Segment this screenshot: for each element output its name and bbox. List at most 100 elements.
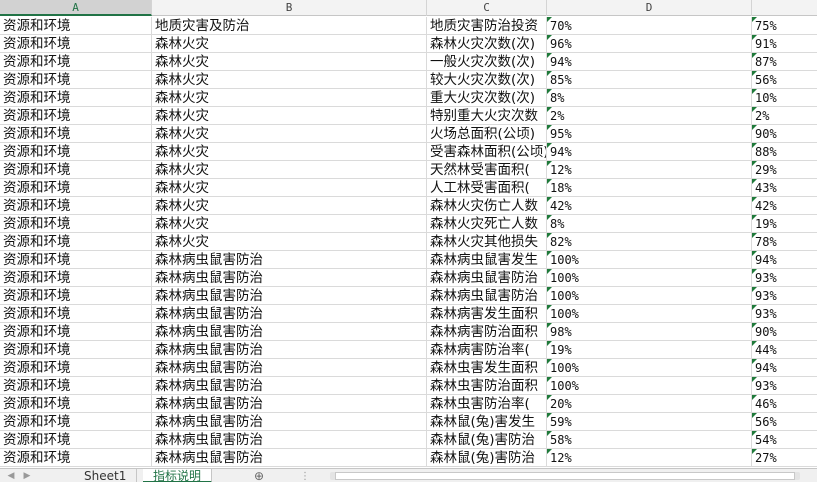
cell-a[interactable]: 资源和环境 <box>0 35 152 53</box>
cell-b[interactable]: 森林火灾 <box>152 215 427 233</box>
column-header-b[interactable]: B <box>152 0 427 16</box>
cell-e[interactable]: 91% <box>752 35 817 53</box>
cell-a[interactable]: 资源和环境 <box>0 431 152 449</box>
splitter-dots-icon[interactable]: ⋮ <box>300 471 310 482</box>
cell-a[interactable]: 资源和环境 <box>0 143 152 161</box>
cell-d[interactable]: 8% <box>547 89 752 107</box>
cell-e[interactable]: 94% <box>752 251 817 269</box>
cell-b[interactable]: 森林火灾 <box>152 179 427 197</box>
cell-a[interactable]: 资源和环境 <box>0 305 152 323</box>
cell-d[interactable]: 95% <box>547 125 752 143</box>
add-sheet-icon[interactable]: ⊕ <box>250 469 268 482</box>
cell-d[interactable]: 58% <box>547 431 752 449</box>
cell-c[interactable]: 森林病虫鼠害发生 <box>427 251 547 269</box>
cell-e[interactable]: 94% <box>752 359 817 377</box>
cell-c[interactable]: 森林虫害发生面积 <box>427 359 547 377</box>
cell-d[interactable]: 2% <box>547 107 752 125</box>
cell-d[interactable]: 98% <box>547 323 752 341</box>
cell-d[interactable]: 42% <box>547 197 752 215</box>
cell-c[interactable]: 森林病害发生面积 <box>427 305 547 323</box>
cell-b[interactable]: 森林火灾 <box>152 125 427 143</box>
cell-c[interactable]: 森林病虫鼠害防治 <box>427 287 547 305</box>
cell-d[interactable]: 70% <box>547 17 752 35</box>
cell-a[interactable]: 资源和环境 <box>0 395 152 413</box>
cell-a[interactable]: 资源和环境 <box>0 413 152 431</box>
cell-e[interactable]: 43% <box>752 179 817 197</box>
cell-d[interactable]: 59% <box>547 413 752 431</box>
cell-b[interactable]: 森林病虫鼠害防治 <box>152 413 427 431</box>
cell-d[interactable]: 82% <box>547 233 752 251</box>
cell-b[interactable]: 森林火灾 <box>152 71 427 89</box>
cell-c[interactable]: 特别重大火灾次数 <box>427 107 547 125</box>
cell-c[interactable]: 天然林受害面积( <box>427 161 547 179</box>
tab-indicator-description[interactable]: 指标说明 <box>143 469 213 482</box>
cell-d[interactable]: 100% <box>547 377 752 395</box>
column-header-c[interactable]: C <box>427 0 547 16</box>
cell-c[interactable]: 火场总面积(公顷) <box>427 125 547 143</box>
cell-d[interactable]: 12% <box>547 449 752 467</box>
cell-a[interactable]: 资源和环境 <box>0 215 152 233</box>
cell-b[interactable]: 森林火灾 <box>152 107 427 125</box>
cell-e[interactable]: 46% <box>752 395 817 413</box>
tab-sheet1[interactable]: Sheet1 <box>74 469 138 482</box>
cell-e[interactable]: 93% <box>752 305 817 323</box>
cell-d[interactable]: 94% <box>547 53 752 71</box>
cell-c[interactable]: 地质灾害防治投资 <box>427 17 547 35</box>
cell-e[interactable]: 19% <box>752 215 817 233</box>
cell-e[interactable]: 75% <box>752 17 817 35</box>
cell-c[interactable]: 森林火灾次数(次) <box>427 35 547 53</box>
cell-e[interactable]: 93% <box>752 269 817 287</box>
cell-e[interactable]: 2% <box>752 107 817 125</box>
cell-a[interactable]: 资源和环境 <box>0 161 152 179</box>
cell-a[interactable]: 资源和环境 <box>0 449 152 467</box>
column-header-d[interactable]: D <box>547 0 752 16</box>
cell-c[interactable]: 森林鼠(兔)害防治 <box>427 449 547 467</box>
cell-b[interactable]: 森林火灾 <box>152 143 427 161</box>
cell-e[interactable]: 93% <box>752 377 817 395</box>
cell-e[interactable]: 10% <box>752 89 817 107</box>
cell-c[interactable]: 森林火灾死亡人数 <box>427 215 547 233</box>
cell-b[interactable]: 森林病虫鼠害防治 <box>152 377 427 395</box>
cell-d[interactable]: 20% <box>547 395 752 413</box>
cell-b[interactable]: 森林病虫鼠害防治 <box>152 269 427 287</box>
cell-c[interactable]: 森林虫害防治率( <box>427 395 547 413</box>
cell-b[interactable]: 森林病虫鼠害防治 <box>152 359 427 377</box>
cell-a[interactable]: 资源和环境 <box>0 251 152 269</box>
cell-c[interactable]: 森林病虫鼠害防治 <box>427 269 547 287</box>
cell-d[interactable]: 12% <box>547 161 752 179</box>
cell-e[interactable]: 78% <box>752 233 817 251</box>
cell-b[interactable]: 森林病虫鼠害防治 <box>152 287 427 305</box>
cell-a[interactable]: 资源和环境 <box>0 287 152 305</box>
cell-e[interactable]: 56% <box>752 413 817 431</box>
cell-c[interactable]: 一般火灾次数(次) <box>427 53 547 71</box>
cell-a[interactable]: 资源和环境 <box>0 125 152 143</box>
cell-b[interactable]: 森林病虫鼠害防治 <box>152 305 427 323</box>
cell-d[interactable]: 100% <box>547 359 752 377</box>
cell-c[interactable]: 森林火灾其他损失 <box>427 233 547 251</box>
cell-b[interactable]: 森林病虫鼠害防治 <box>152 323 427 341</box>
horizontal-scrollbar-thumb[interactable] <box>335 472 795 480</box>
cell-b[interactable]: 森林病虫鼠害防治 <box>152 431 427 449</box>
cell-a[interactable]: 资源和环境 <box>0 53 152 71</box>
cell-b[interactable]: 森林病虫鼠害防治 <box>152 449 427 467</box>
cell-b[interactable]: 地质灾害及防治 <box>152 17 427 35</box>
cell-d[interactable]: 100% <box>547 251 752 269</box>
cell-d[interactable]: 18% <box>547 179 752 197</box>
cell-e[interactable]: 27% <box>752 449 817 467</box>
cell-a[interactable]: 资源和环境 <box>0 17 152 35</box>
cell-c[interactable]: 人工林受害面积( <box>427 179 547 197</box>
cell-b[interactable]: 森林病虫鼠害防治 <box>152 395 427 413</box>
cell-d[interactable]: 100% <box>547 269 752 287</box>
cell-c[interactable]: 森林鼠(兔)害发生 <box>427 413 547 431</box>
cell-c[interactable]: 较大火灾次数(次) <box>427 71 547 89</box>
cell-c[interactable]: 森林虫害防治面积 <box>427 377 547 395</box>
cell-a[interactable]: 资源和环境 <box>0 359 152 377</box>
cell-e[interactable]: 56% <box>752 71 817 89</box>
cell-a[interactable]: 资源和环境 <box>0 179 152 197</box>
cell-e[interactable]: 90% <box>752 125 817 143</box>
cell-e[interactable]: 88% <box>752 143 817 161</box>
cell-a[interactable]: 资源和环境 <box>0 233 152 251</box>
cell-e[interactable]: 44% <box>752 341 817 359</box>
column-header-a[interactable]: A <box>0 0 152 16</box>
cell-d[interactable]: 94% <box>547 143 752 161</box>
